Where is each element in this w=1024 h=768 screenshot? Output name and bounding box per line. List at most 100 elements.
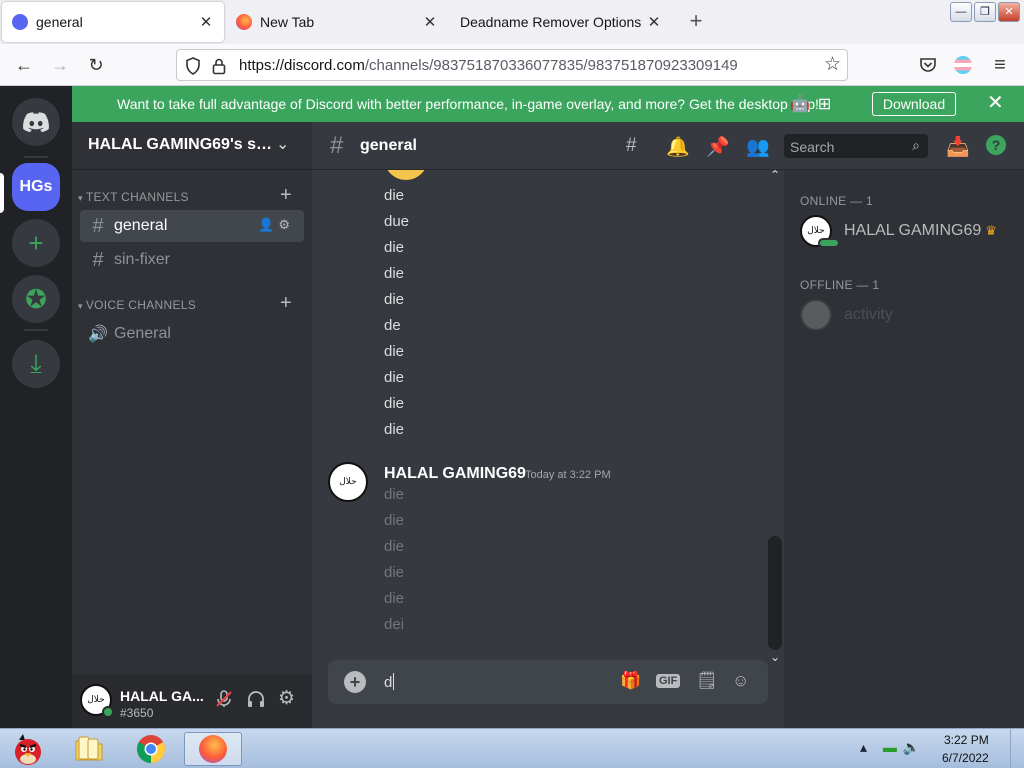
clock-date[interactable]: 6/7/2022	[942, 751, 989, 765]
pin-icon[interactable]: 📌	[706, 135, 730, 159]
member-item[interactable]: activity	[792, 294, 1016, 336]
tab-title: New Tab	[260, 14, 315, 30]
create-channel-icon[interactable]: +	[280, 184, 292, 207]
channel-label: General	[114, 325, 171, 342]
online-status-icon	[102, 706, 114, 718]
member-list-icon[interactable]: 👥	[746, 135, 770, 159]
member-name-text: HALAL GAMING69	[844, 222, 982, 239]
chevron-down-icon: ⌄	[276, 136, 290, 153]
url-bar[interactable]: https://discord.com/channels/98375187033…	[176, 49, 848, 81]
headphones-icon[interactable]	[247, 690, 265, 708]
chrome-icon[interactable]	[134, 732, 168, 766]
scroll-down-icon[interactable]: ⌄	[770, 650, 780, 664]
scrollbar-thumb[interactable]	[768, 536, 782, 650]
sticker-icon[interactable]: 🗒	[696, 671, 718, 691]
minimize-button[interactable]: —	[950, 2, 972, 22]
voice-channel-general[interactable]: 🔊 General	[80, 318, 304, 350]
muted-microphone-icon[interactable]	[215, 690, 233, 708]
emoji-icon[interactable]: ☺	[732, 671, 749, 691]
user-settings-gear-icon[interactable]: ⚙	[278, 687, 295, 710]
firefox-taskbar-button[interactable]	[184, 732, 242, 766]
show-desktop-button[interactable]	[1010, 729, 1024, 768]
gear-icon[interactable]: ⚙	[278, 217, 294, 232]
channel-general[interactable]: # general 👤⚙	[80, 210, 304, 242]
clock-time[interactable]: 3:22 PM	[944, 733, 989, 747]
member-item[interactable]: حلال HALAL GAMING69 ♛	[792, 210, 1016, 252]
voice-channels-category[interactable]: ▾ VOICE CHANNELS +	[78, 292, 292, 314]
tab-general[interactable]: general ✕	[2, 2, 224, 42]
new-tab-button[interactable]: +	[684, 8, 708, 36]
message-line: die	[384, 291, 405, 308]
tab-close-icon[interactable]: ✕	[418, 13, 442, 31]
discord-logo-icon	[23, 112, 49, 132]
selected-server-indicator	[0, 173, 4, 213]
help-icon[interactable]: ?	[986, 135, 1006, 155]
threads-icon[interactable]: #	[626, 135, 637, 157]
chevron-down-icon: ▾	[78, 301, 83, 311]
avatar[interactable]	[384, 170, 428, 180]
tab-title: general	[36, 14, 83, 30]
browser-nav-bar: ← → ↻ https://discord.com/channels/98375…	[0, 44, 1024, 86]
start-button[interactable]	[8, 732, 48, 766]
text-caret	[393, 673, 395, 690]
user-tag: #3650	[120, 706, 154, 720]
banner-download-button[interactable]: Download	[872, 92, 956, 116]
message-timestamp: Today at 3:22 PM	[525, 469, 611, 481]
server-header[interactable]: HALAL GAMING69's server ⌄	[72, 122, 312, 170]
online-status-icon	[818, 238, 840, 248]
server-icon-hgs[interactable]: HGs	[12, 163, 60, 211]
tab-deadname-remover[interactable]: Deadname Remover Options ✕	[450, 2, 672, 42]
search-input[interactable]: Search ⌕	[784, 134, 928, 158]
avatar[interactable]: حلال	[328, 462, 368, 502]
tracking-shield-icon[interactable]	[185, 57, 201, 75]
banner-close-icon[interactable]: ✕	[987, 92, 1004, 114]
channel-sin-fixer[interactable]: # sin-fixer	[80, 244, 304, 276]
pocket-icon[interactable]	[919, 57, 937, 73]
tab-close-icon[interactable]: ✕	[194, 13, 218, 31]
android-icon: 🤖	[790, 96, 818, 113]
inbox-icon[interactable]: 📥	[946, 135, 970, 159]
create-invite-icon[interactable]: 👤	[258, 217, 278, 232]
message-input[interactable]: d	[384, 673, 395, 691]
file-explorer-icon[interactable]	[72, 732, 106, 766]
create-channel-icon[interactable]: +	[280, 292, 292, 315]
pending-message-line: dei	[384, 616, 405, 633]
bookmark-star-icon[interactable]: ☆	[824, 53, 841, 76]
message-composer[interactable]: + d 🎁 GIF 🗒 ☺	[328, 660, 768, 704]
volume-icon[interactable]: 🔈	[903, 739, 926, 755]
forward-button[interactable]: →	[46, 52, 74, 78]
server-list-divider	[24, 156, 48, 158]
message-line: die	[384, 187, 405, 204]
close-window-button[interactable]: ✕	[998, 2, 1020, 22]
channel-label: sin-fixer	[114, 251, 171, 268]
extension-icon[interactable]	[954, 56, 972, 74]
scroll-up-icon[interactable]: ⌃	[770, 168, 780, 182]
app-menu-button[interactable]: ≡	[986, 52, 1014, 78]
restore-button[interactable]: ❐	[974, 2, 996, 22]
windows-taskbar: ▴ ▬🔈 3:22 PM 6/7/2022	[0, 728, 1024, 768]
channel-title: general	[360, 137, 417, 154]
explore-servers-button[interactable]: ✪	[12, 275, 60, 323]
lock-icon[interactable]	[211, 57, 227, 75]
network-icon[interactable]: ▬	[883, 739, 903, 755]
tab-close-icon[interactable]: ✕	[642, 13, 666, 31]
download-apps-button[interactable]: ⤓	[12, 340, 60, 388]
channel-label: general	[114, 217, 168, 234]
reload-button[interactable]: ↻	[82, 52, 110, 78]
gift-icon[interactable]: 🎁	[620, 671, 641, 691]
bell-icon[interactable]: 🔔	[666, 135, 690, 159]
member-name: HALAL GAMING69 ♛	[844, 222, 997, 240]
add-server-button[interactable]: +	[12, 219, 60, 267]
show-hidden-icons-icon[interactable]: ▴	[860, 739, 873, 755]
tab-new-tab[interactable]: New Tab ✕	[226, 2, 448, 42]
back-button[interactable]: ←	[10, 52, 38, 78]
gif-button[interactable]: GIF	[656, 674, 681, 688]
server-name: HALAL GAMING69's server	[88, 136, 273, 153]
discord-favicon-icon	[12, 14, 28, 30]
discord-home-button[interactable]	[12, 98, 60, 146]
username[interactable]: HALAL GA...	[120, 688, 204, 704]
message-author[interactable]: HALAL GAMING69	[384, 465, 526, 483]
chat-area: # general # 🔔 📌 👥 Search ⌕ 📥 ? die due die…	[312, 122, 1024, 728]
text-channels-category[interactable]: ▾ TEXT CHANNELS +	[78, 184, 292, 206]
upload-plus-icon[interactable]: +	[344, 671, 366, 693]
